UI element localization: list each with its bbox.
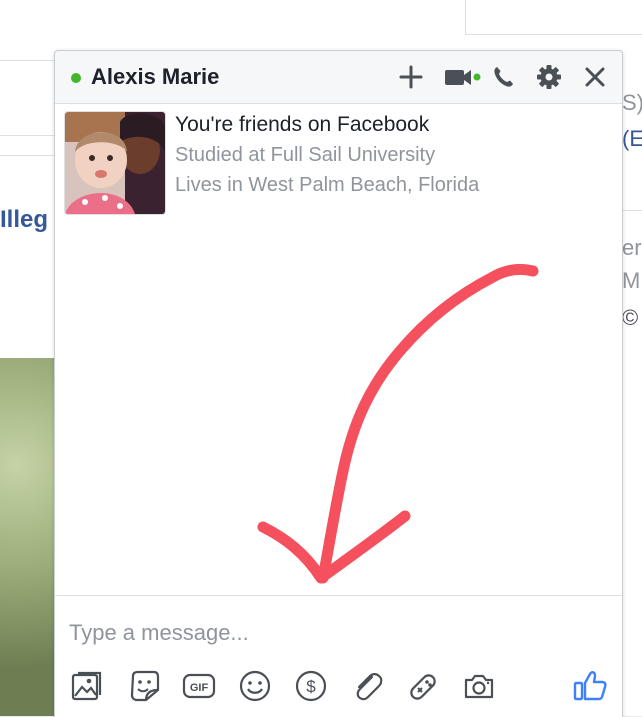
gif-label: GIF bbox=[190, 682, 209, 694]
chat-window: Alexis Marie You're friends on Facebook … bbox=[54, 50, 623, 717]
background-right-box bbox=[465, 0, 642, 35]
background-text: er bbox=[622, 235, 642, 260]
background-link-text[interactable]: Illeg bbox=[0, 206, 48, 234]
attachment-icon[interactable] bbox=[349, 668, 385, 704]
sticker-icon[interactable] bbox=[126, 668, 162, 704]
message-input[interactable] bbox=[69, 616, 589, 650]
background-text: M bbox=[622, 268, 641, 293]
background-photo bbox=[0, 358, 56, 716]
arrow-annotation bbox=[257, 263, 539, 584]
background-text: S) bbox=[622, 90, 642, 115]
compose-divider bbox=[55, 595, 622, 596]
background-text: © bbox=[622, 305, 639, 330]
background-divider bbox=[0, 155, 56, 156]
game-icon[interactable] bbox=[405, 668, 441, 704]
payment-icon[interactable]: $ bbox=[293, 668, 329, 704]
background-divider bbox=[0, 135, 56, 136]
photo-icon[interactable] bbox=[69, 668, 105, 704]
background-link-text[interactable]: (E bbox=[622, 126, 642, 152]
emoji-icon[interactable] bbox=[237, 668, 273, 704]
gif-icon[interactable]: GIF bbox=[181, 668, 217, 704]
background-divider bbox=[620, 210, 642, 211]
like-icon[interactable] bbox=[572, 668, 608, 704]
svg-text:$: $ bbox=[306, 677, 316, 696]
camera-icon[interactable] bbox=[461, 668, 497, 704]
